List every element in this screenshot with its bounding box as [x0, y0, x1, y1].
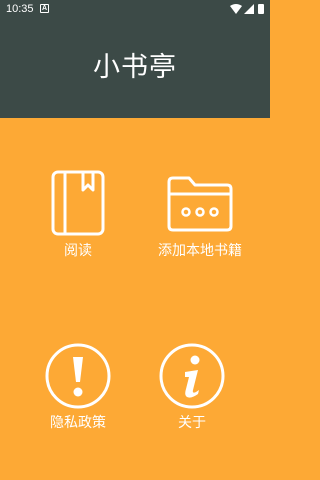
about-icon-wrap [137, 342, 247, 418]
add-local-books-button[interactable]: 添加本地书籍 [145, 170, 255, 280]
about-label: 关于 [178, 415, 206, 431]
add-local-books-label: 添加本地书籍 [158, 243, 242, 259]
app-header: 小书亭 [0, 18, 270, 118]
status-time: 10:35 [6, 3, 34, 15]
battery-icon [258, 4, 264, 14]
status-icons [230, 4, 264, 14]
exclamation-icon [45, 343, 111, 409]
info-icon [159, 343, 225, 409]
status-bar: 10:35 A [0, 0, 270, 18]
a-badge-icon: A [40, 4, 49, 13]
book-icon [51, 170, 105, 236]
privacy-policy-button[interactable]: 隐私政策 [23, 342, 133, 452]
read-button[interactable]: 阅读 [23, 170, 133, 280]
signal-icon [244, 4, 254, 14]
app-title: 小书亭 [93, 52, 177, 83]
privacy-icon-wrap [23, 342, 133, 418]
wifi-icon [230, 4, 242, 14]
add-books-icon-wrap [145, 170, 255, 246]
folder-icon [167, 176, 233, 232]
about-button[interactable]: 关于 [137, 342, 247, 452]
read-icon-wrap [23, 170, 133, 246]
